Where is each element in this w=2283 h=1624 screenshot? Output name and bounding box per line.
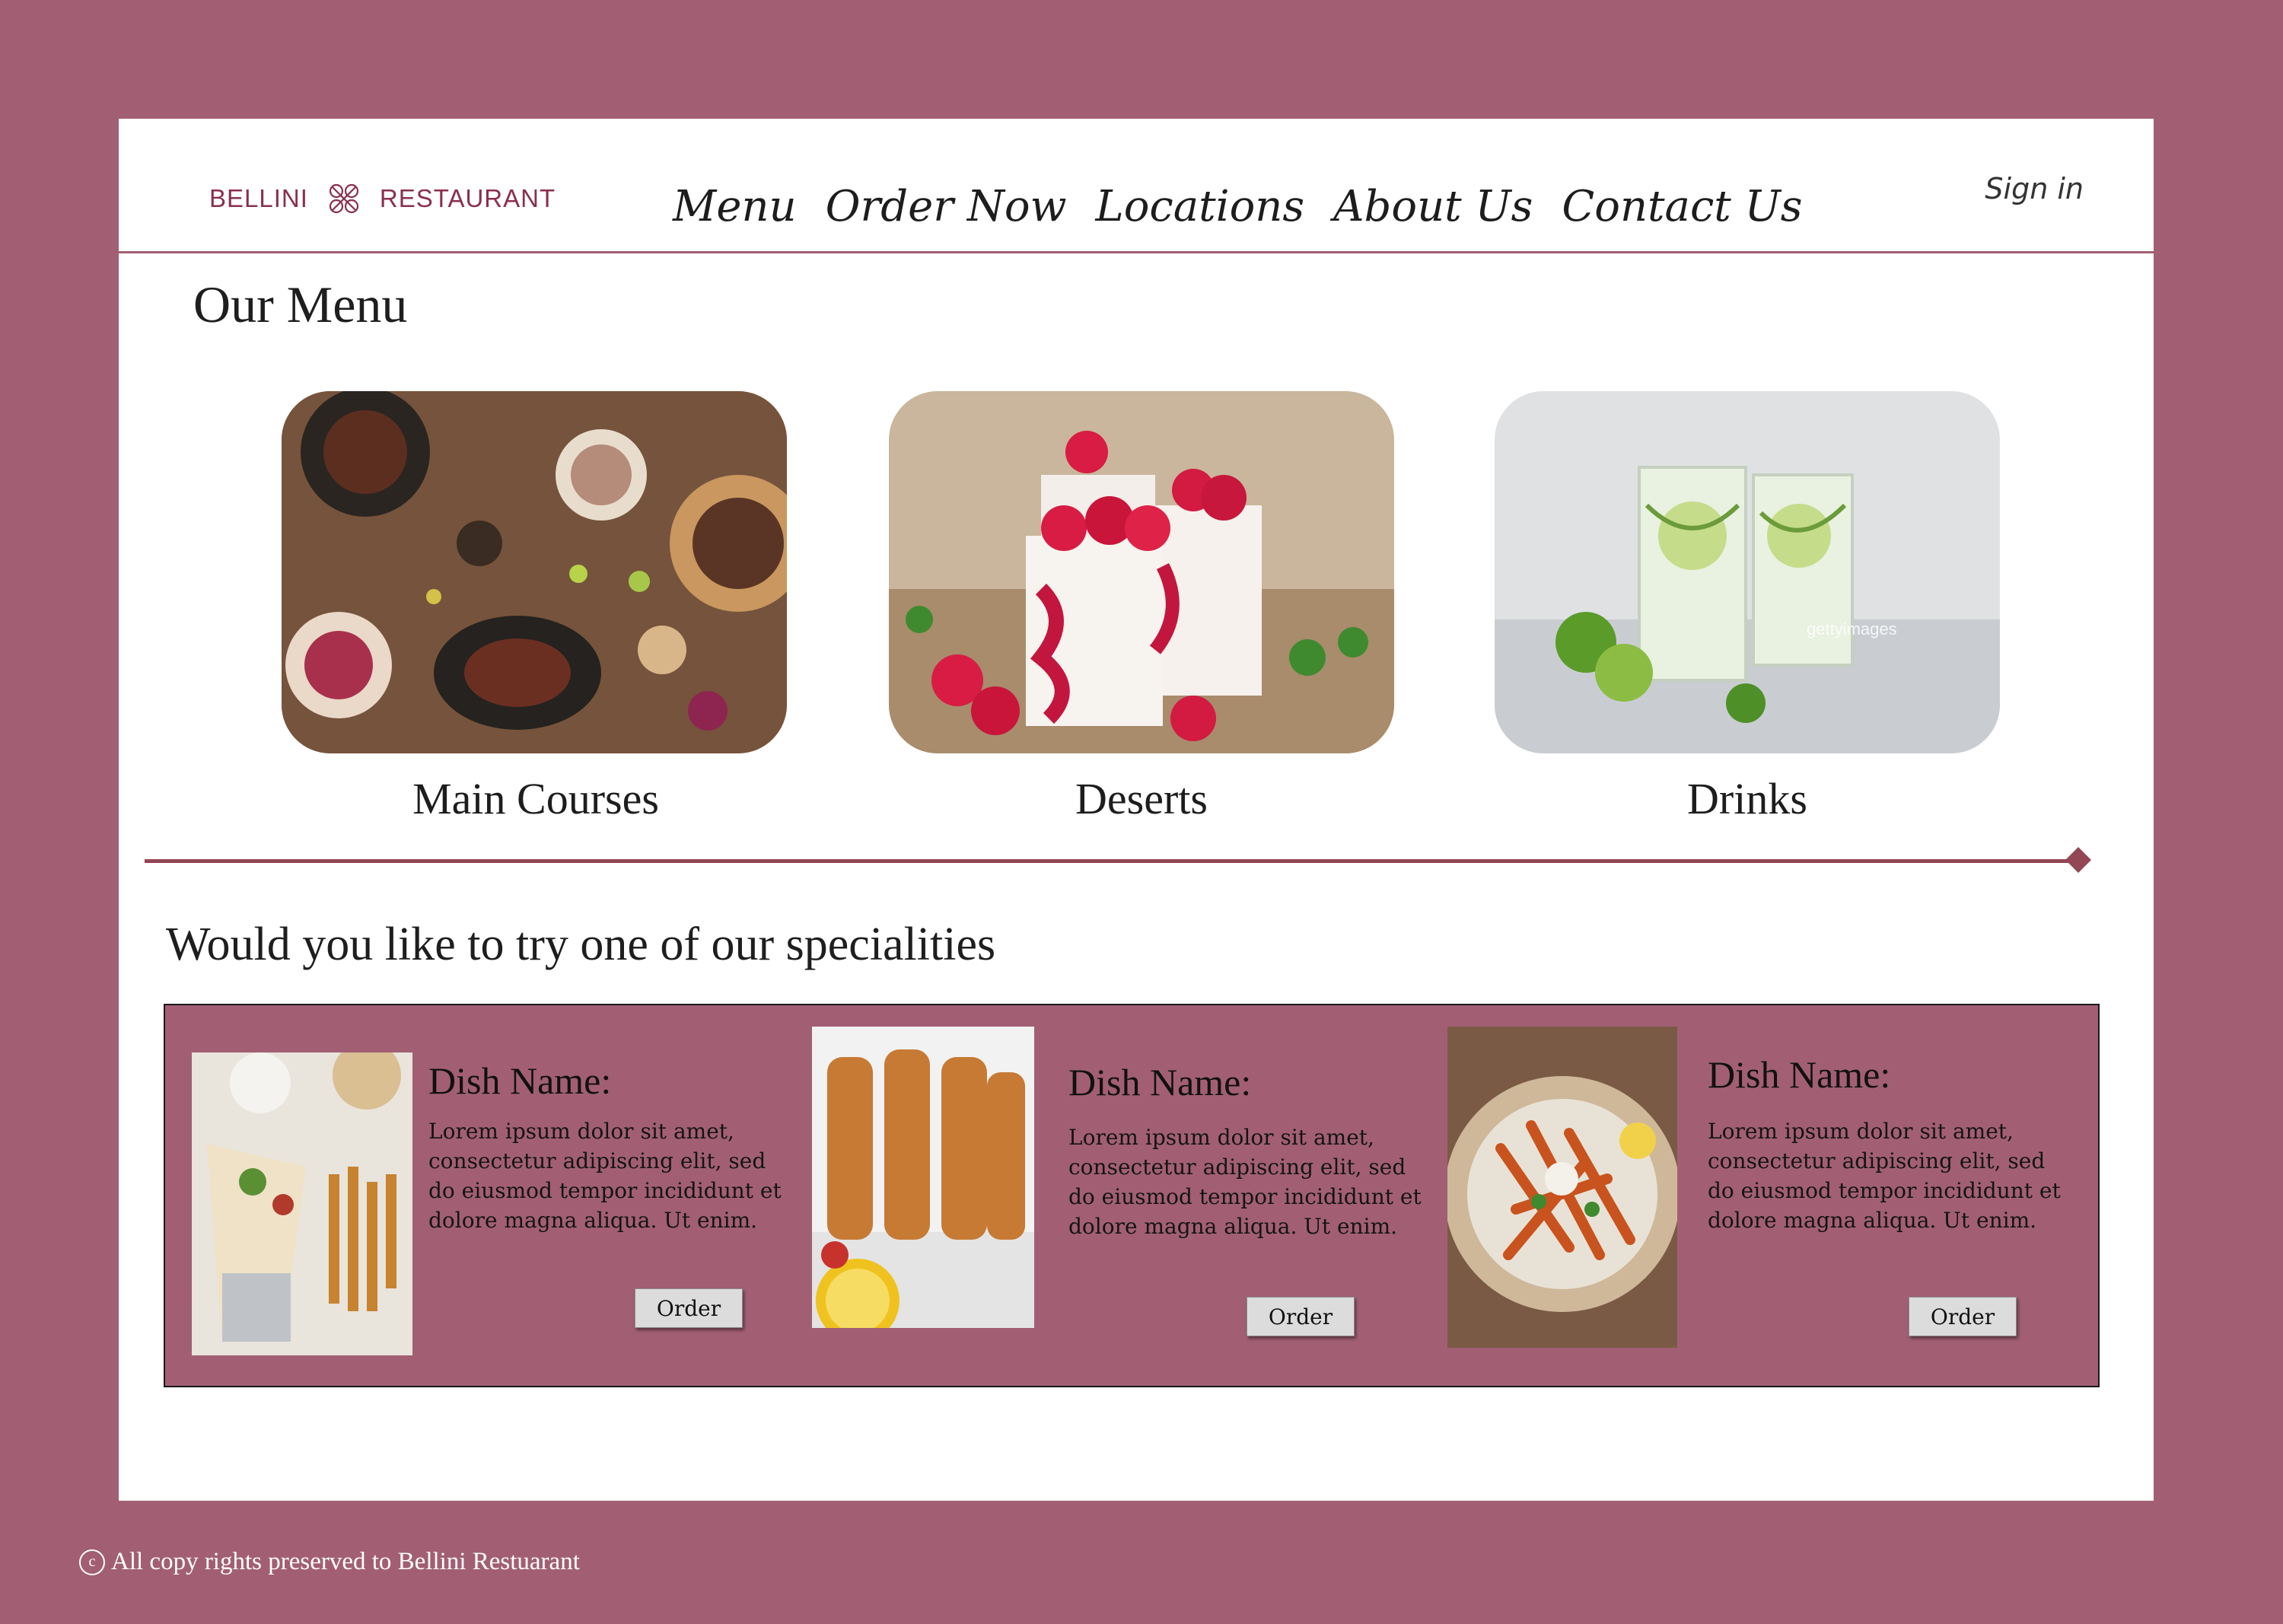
main-courses-label[interactable]: Main Courses <box>269 773 802 824</box>
dish-card-image[interactable] <box>1447 1027 1677 1348</box>
specials-panel: Dish Name: Lorem ipsum dolor sit amet, c… <box>164 1004 2100 1387</box>
brand-name-right: RESTAURANT <box>379 184 556 212</box>
menu-section-title: Our Menu <box>193 275 408 333</box>
dish-description: Lorem ipsum dolor sit amet, consectetur … <box>428 1119 782 1233</box>
deserts-label[interactable]: Deserts <box>875 773 1408 824</box>
dish-name: Dish Name: <box>1708 1053 1891 1096</box>
order-button[interactable]: Order <box>635 1288 743 1328</box>
page-panel: BELLINI RESTAURANT Menu Order Now Locati… <box>114 119 2154 1501</box>
footer-copyright-text: All copy rights preserved to Bellini Res… <box>111 1548 580 1575</box>
nav-item-locations[interactable]: Locations <box>1096 182 1305 231</box>
dish-description: Lorem ipsum dolor sit amet, consectetur … <box>1068 1125 1422 1239</box>
header-divider <box>114 251 2154 253</box>
brand-logo[interactable]: BELLINI RESTAURANT <box>209 172 556 225</box>
main-nav: Menu Order Now Locations About Us Contac… <box>673 168 1832 244</box>
deserts-card[interactable] <box>889 391 1394 753</box>
dish-card-image[interactable] <box>192 1052 412 1355</box>
drinks-card[interactable]: gettyimages <box>1495 391 2000 753</box>
nav-item-order-now[interactable]: Order Now <box>826 182 1067 231</box>
svg-text:gettyimages: gettyimages <box>1807 619 1897 638</box>
loaded-fries-photo <box>1447 1027 1677 1348</box>
copyright-icon: c <box>79 1549 105 1575</box>
dish-card-image[interactable] <box>812 1027 1034 1328</box>
order-button[interactable]: Order <box>1247 1297 1355 1336</box>
raspberry-dessert-photo <box>889 391 1394 753</box>
main-courses-card[interactable] <box>282 391 787 753</box>
footer: c All copy rights preserved to Bellini R… <box>79 1548 580 1576</box>
main-courses-photo <box>282 391 787 753</box>
chicken-skewers-photo <box>812 1027 1034 1328</box>
sign-in-link[interactable]: Sign in <box>1985 172 2084 205</box>
dish-name: Dish Name: <box>1068 1061 1252 1103</box>
dish-description: Lorem ipsum dolor sit amet, consectetur … <box>1708 1119 2061 1233</box>
nav-item-menu[interactable]: Menu <box>673 182 797 231</box>
order-button[interactable]: Order <box>1909 1297 2017 1336</box>
specials-title: Would you like to try one of our special… <box>166 919 996 970</box>
nav-item-contact-us[interactable]: Contact Us <box>1562 182 1802 231</box>
dish-name: Dish Name: <box>428 1059 612 1102</box>
nav-item-about-us[interactable]: About Us <box>1333 182 1533 231</box>
drinks-label[interactable]: Drinks <box>1481 773 2014 824</box>
brand-name-left: BELLINI <box>209 184 308 212</box>
section-divider <box>145 859 2078 863</box>
divider-diamond-ornament <box>2065 847 2091 873</box>
shawarma-wrap-photo <box>192 1052 412 1355</box>
cucumber-lime-drinks-photo: gettyimages <box>1495 391 2000 753</box>
ornament-logo-icon <box>329 183 359 214</box>
